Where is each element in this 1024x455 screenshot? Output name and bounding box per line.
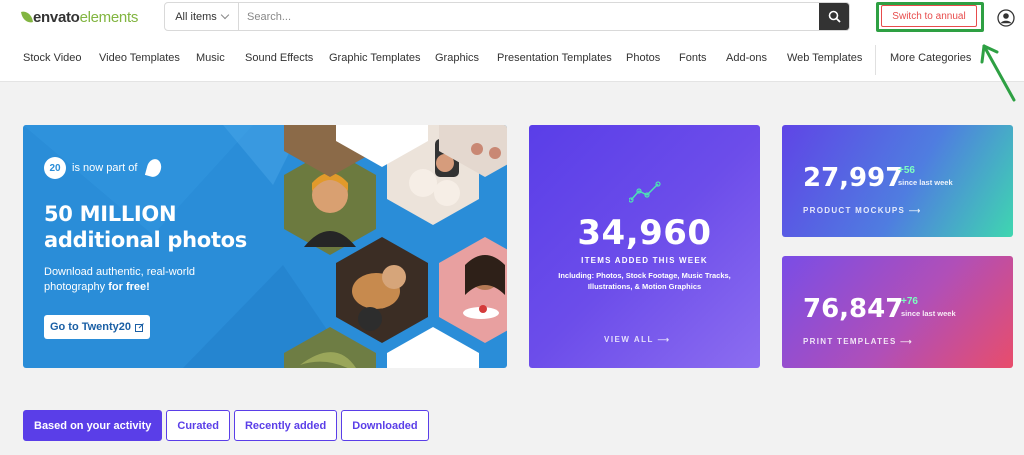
- nav-item-photos[interactable]: Photos: [626, 52, 660, 64]
- annotation-arrow-icon: [980, 44, 1016, 102]
- nav-item-graphics[interactable]: Graphics: [435, 52, 479, 64]
- stat-number: 27,997: [803, 163, 904, 193]
- stat-caption: PRINT TEMPLATES: [803, 337, 897, 346]
- arrow-right-icon: ⟶: [908, 206, 922, 215]
- twenty20-promo-banner[interactable]: 20 is now part of 50 MILLION additional …: [23, 125, 507, 368]
- tab-recently-added[interactable]: Recently added: [233, 410, 338, 441]
- nav-divider: [875, 45, 876, 75]
- tab-based-on-activity[interactable]: Based on your activity: [23, 410, 163, 441]
- stat-number: 76,847: [803, 294, 904, 324]
- search-input[interactable]: [239, 3, 819, 30]
- items-added-card[interactable]: 34,960 ITEMS ADDED THIS WEEK Including: …: [529, 125, 760, 368]
- banner-description: Download authentic, real-world photograp…: [44, 265, 244, 295]
- external-link-icon: [135, 322, 144, 332]
- view-all-label: VIEW ALL: [604, 335, 654, 344]
- stat-since: since last week: [901, 309, 956, 318]
- white-hex-tile: [336, 125, 428, 167]
- items-added-subtext: Including: Photos, Stock Footage, Music …: [558, 271, 731, 291]
- twenty20-logo: 20: [44, 157, 66, 179]
- stat-delta: +76: [901, 296, 918, 307]
- category-nav: Stock Video Video Templates Music Sound …: [0, 45, 1024, 75]
- view-all-link[interactable]: VIEW ALL ⟶: [604, 335, 670, 344]
- print-templates-card[interactable]: 76,847 +76 since last week PRINT TEMPLAT…: [782, 256, 1013, 368]
- logo-brand-suffix: elements: [79, 8, 139, 26]
- headline-line-1: 50 MILLION: [44, 202, 177, 226]
- search-category-label: All items: [175, 10, 217, 23]
- feed-filter-tabs: Based on your activity Curated Recently …: [23, 410, 429, 441]
- badge-text: is now part of: [72, 162, 138, 174]
- items-added-label: ITEMS ADDED THIS WEEK: [581, 256, 708, 265]
- stat-caption: PRODUCT MOCKUPS: [803, 206, 906, 215]
- nav-item-graphic-templates[interactable]: Graphic Templates: [329, 52, 421, 64]
- product-mockups-card[interactable]: 27,997 +56 since last week PRODUCT MOCKU…: [782, 125, 1013, 237]
- banner-headline: 50 MILLION additional photos: [44, 201, 247, 253]
- nav-item-sound-effects[interactable]: Sound Effects: [245, 52, 313, 64]
- chevron-down-icon: [220, 10, 230, 20]
- search-bar: All items: [164, 2, 850, 31]
- nav-item-fonts[interactable]: Fonts: [679, 52, 707, 64]
- user-icon[interactable]: [997, 9, 1015, 27]
- logo-brand: envato: [33, 8, 80, 26]
- nav-item-more-categories[interactable]: More Categories: [890, 52, 971, 64]
- nav-item-video-templates[interactable]: Video Templates: [99, 52, 180, 64]
- nav-item-web-templates[interactable]: Web Templates: [787, 52, 862, 64]
- desc-line-1: Download authentic, real-world: [44, 266, 196, 278]
- arrow-right-icon: ⟶: [900, 337, 913, 346]
- stat-caption-link[interactable]: PRODUCT MOCKUPS ⟶: [803, 206, 921, 215]
- tab-curated[interactable]: Curated: [166, 410, 230, 441]
- site-header: envato elements All items Switch to annu…: [0, 0, 1024, 82]
- twenty20-badge-row: 20 is now part of: [44, 157, 164, 179]
- envato-leaf-icon: [21, 10, 33, 24]
- envato-leaf-icon: [145, 157, 164, 179]
- stat-delta: +56: [898, 165, 915, 176]
- nav-item-presentation-templates[interactable]: Presentation Templates: [497, 52, 612, 64]
- stat-since: since last week: [898, 178, 953, 187]
- photo-tile-feet: [439, 125, 507, 177]
- items-added-count: 34,960: [577, 213, 712, 253]
- photo-tile-plant: [284, 327, 376, 368]
- desc-line-2: photography: [44, 281, 106, 293]
- headline-line-2: additional photos: [44, 228, 248, 252]
- tab-downloaded[interactable]: Downloaded: [341, 410, 429, 441]
- envato-elements-logo[interactable]: envato elements: [21, 8, 139, 26]
- desc-bold: for free!: [108, 281, 150, 293]
- switch-to-annual-button[interactable]: Switch to annual: [881, 5, 977, 27]
- nav-item-music[interactable]: Music: [196, 52, 225, 64]
- search-icon: [828, 10, 841, 23]
- nav-item-add-ons[interactable]: Add-ons: [726, 52, 767, 64]
- trend-icon: [629, 181, 661, 203]
- search-category-select[interactable]: All items: [165, 3, 239, 30]
- nav-item-stock-video[interactable]: Stock Video: [23, 52, 82, 64]
- cta-label: Go to Twenty20: [49, 321, 132, 333]
- stat-caption-link[interactable]: PRINT TEMPLATES ⟶: [803, 337, 913, 346]
- search-button[interactable]: [819, 3, 849, 30]
- white-hex-tile: [387, 327, 479, 368]
- go-to-twenty20-button[interactable]: Go to Twenty20: [44, 315, 150, 339]
- arrow-right-icon: ⟶: [657, 335, 671, 344]
